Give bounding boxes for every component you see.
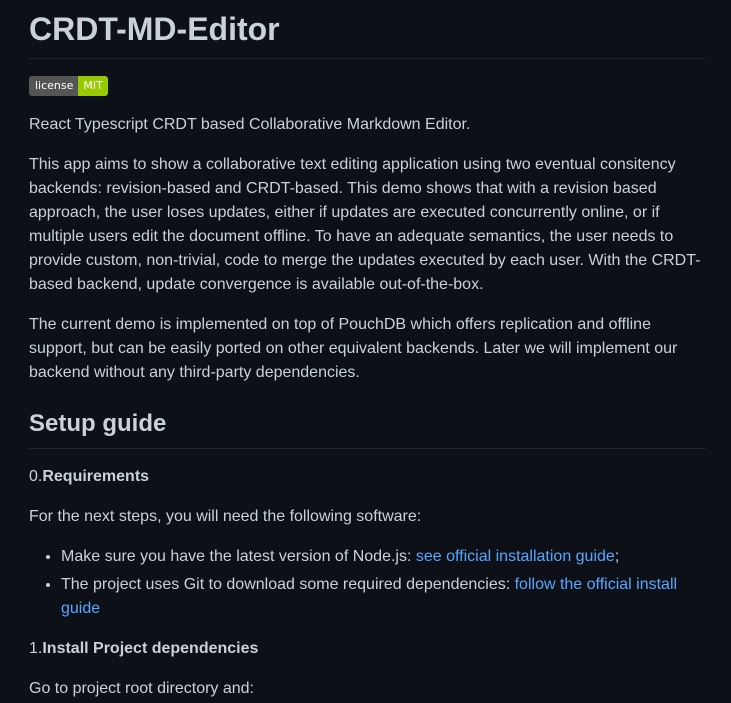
setup-guide-heading: Setup guide: [29, 409, 706, 449]
step-1-heading: 1.Install Project dependencies: [29, 637, 706, 661]
requirements-text: For the next steps, you will need the fo…: [29, 508, 422, 525]
current-demo-paragraph: The current demo is implemented on top o…: [29, 316, 678, 381]
step-0-heading: 0.Requirements: [29, 465, 706, 489]
readme-content: CRDT-MD-Editor license MIT React Typescr…: [29, 0, 706, 701]
intro-paragraph: React Typescript CRDT based Collaborativ…: [29, 116, 471, 133]
step-1-title: Install Project dependencies: [42, 640, 259, 657]
license-badge[interactable]: license MIT: [29, 76, 108, 96]
requirements-list: Make sure you have the latest version of…: [29, 545, 706, 621]
install-text: Go to project root directory and:: [29, 680, 254, 697]
list-item-text: The project uses Git to download some re…: [61, 576, 515, 593]
nodejs-install-link[interactable]: see official installation guide: [416, 548, 615, 565]
list-item-suffix: ;: [614, 548, 620, 565]
description-paragraph: This app aims to show a collaborative te…: [29, 156, 701, 293]
list-item-text: Make sure you have the latest version of…: [61, 548, 416, 565]
page-title: CRDT-MD-Editor: [29, 0, 706, 59]
step-0-title: Requirements: [42, 468, 150, 485]
license-badge-value: MIT: [78, 76, 108, 96]
list-item: The project uses Git to download some re…: [61, 573, 706, 621]
license-badge-label: license: [29, 76, 79, 96]
list-item: Make sure you have the latest version of…: [61, 545, 706, 569]
step-0-number: 0.: [29, 468, 43, 485]
step-1-number: 1.: [29, 640, 43, 657]
